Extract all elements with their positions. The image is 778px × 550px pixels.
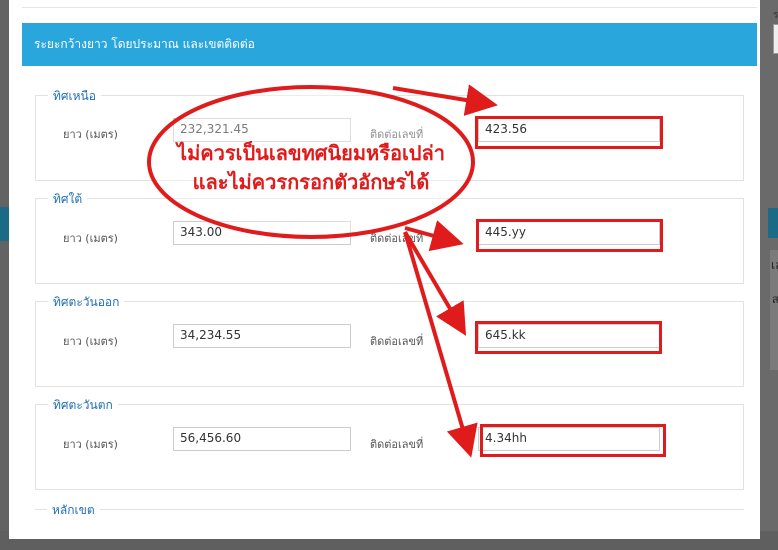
annotation-text-line1: ไม่ควรเป็นเลขทศนิยมหรือเปล่า [175, 140, 445, 165]
annotation-arrow [403, 230, 467, 336]
annotation-text-line2: และไม่ควรกรอกตัวอักษรได้ [193, 170, 430, 194]
annotation-arrow [403, 231, 478, 458]
annotation-overlay: ไม่ควรเป็นเลขทศนิยมหรือเปล่า และไม่ควรกร… [147, 84, 498, 458]
annotation-arrow [404, 220, 464, 252]
